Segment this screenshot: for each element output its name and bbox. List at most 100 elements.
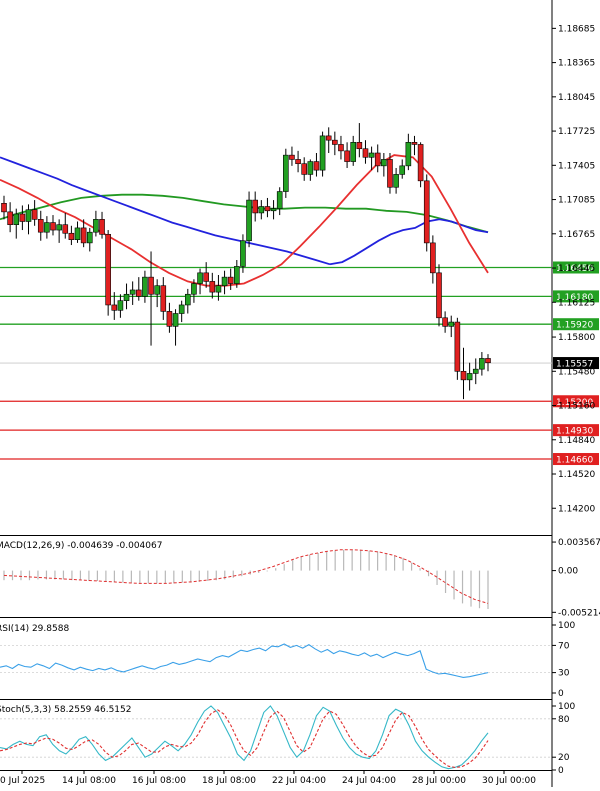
candle-body: [93, 219, 99, 233]
candle-body: [7, 211, 13, 226]
candle-body: [123, 293, 130, 301]
y-tick-label: 1.17085: [558, 196, 595, 206]
candle-body: [374, 152, 381, 167]
candle-body: [31, 209, 38, 220]
x-tick-label: 22 Jul 04:00: [272, 776, 326, 786]
candle-body: [387, 159, 393, 188]
candle-body: [234, 266, 240, 284]
candle-body: [430, 242, 436, 274]
candle-body: [319, 135, 326, 171]
candle-body: [142, 276, 148, 297]
candle-body: [307, 161, 314, 175]
candle-body: [295, 159, 301, 165]
candle-body: [283, 154, 289, 192]
candle-body: [13, 213, 20, 225]
ma-blue-line: [0, 156, 331, 266]
y-tick-label: 1.14840: [558, 436, 595, 446]
candle-body: [350, 142, 357, 162]
candle-body: [221, 276, 228, 286]
candle-body: [289, 154, 295, 160]
candle-body: [393, 174, 399, 188]
macd-label: MACD(12,26,9) -0.004639 -0.004067: [0, 541, 162, 551]
y-tick-label: 1.17405: [558, 161, 595, 171]
candle-body: [135, 289, 142, 297]
stoch-y-tick-label: 0: [558, 766, 564, 776]
stoch-y-tick-label: 80: [558, 715, 570, 725]
candle-body: [56, 224, 62, 231]
candle-body: [117, 300, 124, 311]
candle-body: [148, 276, 154, 295]
candle-body: [252, 199, 258, 214]
x-tick-label: 28 Jul 00:00: [412, 776, 466, 786]
stoch-y-tick-label: 20: [558, 753, 570, 763]
candle-body: [129, 289, 136, 295]
y-tick-label: 1.16765: [558, 230, 595, 240]
candle-body: [313, 161, 320, 171]
candle-body: [405, 142, 412, 167]
candle-body: [442, 317, 448, 327]
candle-body: [172, 313, 179, 327]
rsi-y-tick-label: 0: [558, 689, 564, 699]
candle-body: [362, 148, 369, 158]
candle-body: [344, 150, 350, 162]
rsi-label: RSI(14) 29.8588: [0, 624, 69, 634]
macd-y-tick-label: 0.00: [558, 567, 578, 577]
price-level-label: 1.14660: [556, 456, 593, 466]
rsi-y-tick-label: 100: [558, 621, 575, 631]
candle-body: [460, 370, 467, 381]
candle-body: [160, 285, 167, 312]
y-tick-label: 1.14520: [558, 470, 595, 480]
y-tick-label: 1.16125: [558, 298, 595, 308]
candle-body: [368, 152, 375, 158]
chart-canvas[interactable]: 1.164501.161801.159201.152001.149301.146…: [0, 0, 600, 787]
candle-body: [301, 163, 308, 175]
candle-body: [356, 142, 363, 150]
candle-body: [50, 222, 56, 231]
candle-body: [454, 321, 461, 372]
candle-body: [258, 206, 265, 214]
candle-body: [215, 285, 222, 293]
candle-body: [417, 144, 424, 182]
candle-body: [411, 142, 418, 145]
candle-body: [166, 311, 173, 327]
candle-body: [1, 203, 7, 213]
macd-y-tick-label: 0.003567: [558, 538, 600, 548]
candle-body: [264, 206, 271, 212]
candle-body: [338, 144, 344, 152]
candle-body: [19, 213, 26, 222]
candle-body: [332, 139, 338, 145]
candle-body: [44, 222, 50, 233]
ma-blue-line: [329, 218, 489, 266]
y-tick-label: 1.18045: [558, 93, 595, 103]
candle-body: [74, 227, 81, 240]
x-tick-label: 30 Jul 00:00: [482, 776, 536, 786]
y-tick-label: 1.15160: [558, 402, 595, 412]
candle-body: [466, 373, 473, 381]
rsi-y-tick-label: 30: [558, 669, 570, 679]
candle-body: [80, 227, 87, 244]
x-tick-label: 18 Jul 08:00: [202, 776, 256, 786]
price-level-label: 1.15920: [556, 321, 593, 331]
trading-chart: 1.16450 1.16180 1.15920 1.15200 1.14930 1.146…: [0, 0, 600, 787]
candle-body: [325, 135, 332, 141]
candle-body: [423, 180, 430, 244]
candle-body: [436, 272, 442, 319]
rsi-y-tick-label: 70: [558, 641, 570, 651]
candle-body: [111, 304, 118, 311]
candle-body: [276, 191, 283, 209]
candle-body: [227, 276, 234, 284]
candle-body: [270, 208, 277, 212]
stoch-y-tick-label: 100: [558, 702, 575, 712]
x-tick-label: 16 Jul 08:00: [132, 776, 186, 786]
candle-body: [472, 368, 479, 374]
candle-body: [99, 219, 105, 235]
macd-y-tick-label: -0.005214: [558, 608, 600, 618]
x-tick-label: 14 Jul 08:00: [62, 776, 116, 786]
candle-body: [203, 272, 209, 282]
candle-body: [246, 199, 252, 242]
candle-body: [37, 219, 44, 233]
stoch-k-line: [0, 705, 489, 770]
y-tick-label: 1.15480: [558, 367, 595, 377]
candle-body: [485, 358, 491, 364]
x-tick-label: 24 Jul 04:00: [342, 776, 396, 786]
